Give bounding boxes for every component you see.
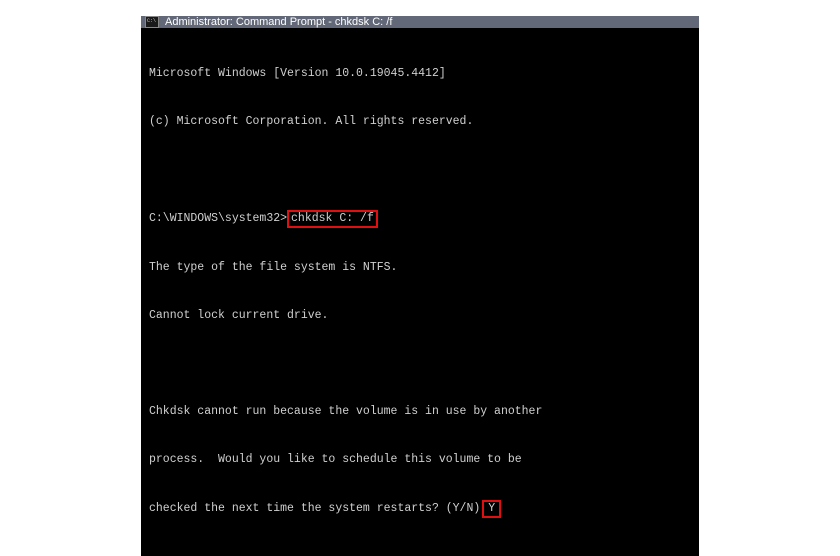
lock-line: Cannot lock current drive.: [149, 308, 691, 324]
blank-line: [149, 356, 691, 372]
answer-highlight: Y: [482, 500, 501, 518]
msg-line-3-prefix: checked the next time the system restart…: [149, 502, 480, 515]
msg-line-3: checked the next time the system restart…: [149, 500, 691, 518]
window-title: Administrator: Command Prompt - chkdsk C…: [165, 16, 392, 28]
cmd-icon: [145, 16, 159, 28]
blank-line: [149, 162, 691, 178]
titlebar[interactable]: Administrator: Command Prompt - chkdsk C…: [141, 16, 699, 28]
fs-type-line: The type of the file system is NTFS.: [149, 260, 691, 276]
copyright-line: (c) Microsoft Corporation. All rights re…: [149, 114, 691, 130]
answer-text: Y: [488, 502, 495, 515]
msg-line-2: process. Would you like to schedule this…: [149, 452, 691, 468]
command-highlight: chkdsk C: /f: [287, 210, 378, 228]
prompt-path: C:\WINDOWS\system32>: [149, 212, 287, 225]
command-prompt-window: Administrator: Command Prompt - chkdsk C…: [141, 16, 699, 484]
prompt-line: C:\WINDOWS\system32> chkdsk C: /f: [149, 210, 691, 228]
version-line: Microsoft Windows [Version 10.0.19045.44…: [149, 66, 691, 82]
terminal-output[interactable]: Microsoft Windows [Version 10.0.19045.44…: [141, 28, 699, 556]
command-text: chkdsk C: /f: [291, 212, 374, 225]
msg-line-1: Chkdsk cannot run because the volume is …: [149, 404, 691, 420]
